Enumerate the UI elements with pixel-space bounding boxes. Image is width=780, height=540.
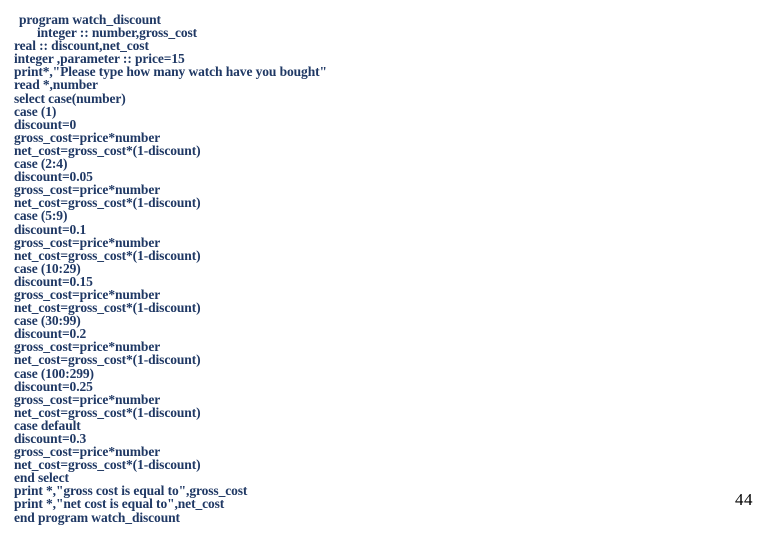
- code-line: case (2:4): [14, 156, 68, 172]
- code-line: discount=0.25: [14, 378, 93, 394]
- code-line: gross_cost=price*number: [14, 234, 161, 250]
- code-line: net_cost=gross_cost*(1-discount): [14, 247, 201, 263]
- page-number: 44: [735, 490, 753, 509]
- code-line: net_cost=gross_cost*(1-discount): [14, 195, 201, 211]
- fortran-code-listing: program watch_discount integer :: number,…: [0, 13, 700, 524]
- code-line: case (10:29): [14, 260, 81, 276]
- code-line: gross_cost=price*number: [14, 391, 161, 407]
- code-line: net_cost=gross_cost*(1-discount): [14, 300, 201, 316]
- code-line: print*,"Please type how many watch have …: [14, 64, 327, 80]
- code-line: print *,"net cost is equal to",net_cost: [14, 496, 225, 512]
- code-line: net_cost=gross_cost*(1-discount): [14, 352, 201, 368]
- code-line: discount=0.1: [14, 221, 87, 237]
- code-line: case (30:99): [14, 313, 81, 329]
- code-line: case (100:299): [14, 365, 94, 381]
- code-line: net_cost=gross_cost*(1-discount): [14, 142, 201, 158]
- code-line: case default: [14, 417, 81, 433]
- code-line: case (5:9): [14, 208, 68, 224]
- code-line: case (1): [14, 103, 57, 119]
- slide-canvas: program watch_discount integer :: number,…: [0, 0, 780, 540]
- code-line: discount=0.15: [14, 273, 93, 289]
- code-line: end program watch_discount: [14, 509, 180, 525]
- code-line: select case(number): [14, 90, 126, 106]
- code-line: net_cost=gross_cost*(1-discount): [14, 457, 201, 473]
- code-line: net_cost=gross_cost*(1-discount): [14, 404, 201, 420]
- code-line: gross_cost=price*number: [14, 129, 161, 145]
- code-line: discount=0: [14, 116, 77, 132]
- code-line: read *,number: [14, 77, 98, 93]
